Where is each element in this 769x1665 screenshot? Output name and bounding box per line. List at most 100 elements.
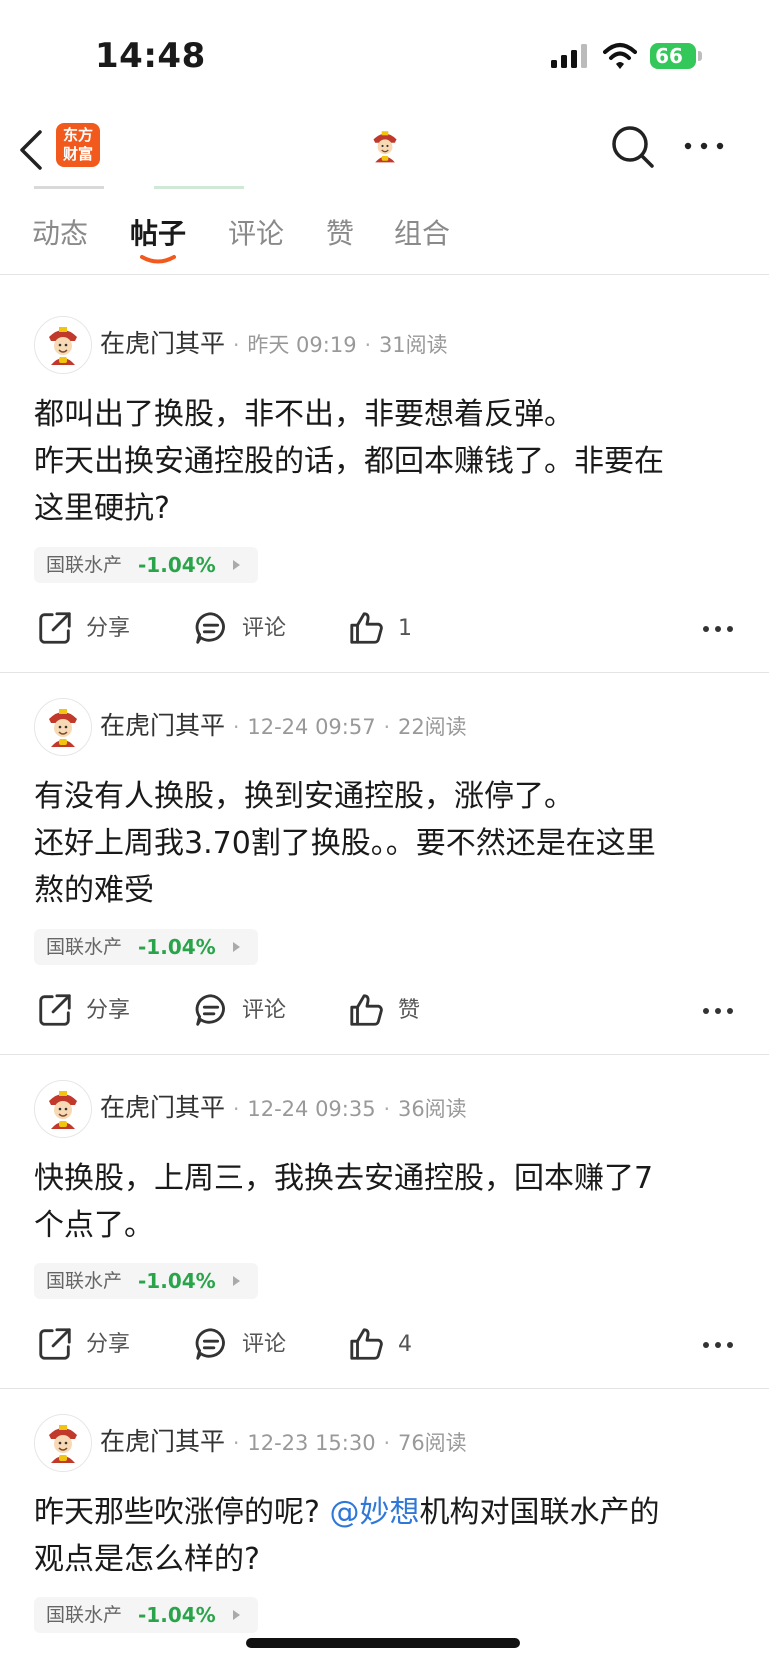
author-avatar[interactable]: [34, 316, 92, 374]
comment-icon: [192, 609, 230, 647]
post-meta: 在虎门其平 · 12-24 09:57 · 22阅读: [100, 711, 467, 740]
comment-label: 评论: [242, 616, 287, 641]
stock-change: -1.04%: [138, 935, 216, 959]
share-label: 分享: [86, 1332, 131, 1357]
post-line: 昨天那些吹涨停的呢? @妙想机构对国联水产的: [34, 1495, 660, 1530]
stock-name: 国联水产: [46, 1604, 123, 1626]
search-icon[interactable]: [610, 124, 656, 170]
share-button[interactable]: 分享: [36, 1323, 136, 1367]
thumbs-up-icon: [348, 609, 386, 647]
post-actions: 分享 评论 1: [0, 607, 769, 651]
post-actions: 分享 评论 赞: [0, 989, 769, 1033]
read-count: 36阅读: [397, 1097, 467, 1121]
more-options-icon[interactable]: [682, 138, 726, 154]
comment-icon: [192, 991, 230, 1029]
tab-likes[interactable]: 赞: [326, 212, 354, 252]
author-name[interactable]: 在虎门其平: [100, 711, 225, 740]
post-time: 12-23 15:30: [247, 1431, 376, 1455]
battery-level: 66: [655, 44, 683, 68]
stock-change: -1.04%: [138, 553, 216, 577]
share-button[interactable]: 分享: [36, 607, 136, 651]
share-icon: [36, 991, 74, 1029]
post-line: 观点是怎么样的?: [34, 1542, 260, 1577]
post-more-icon[interactable]: [702, 1337, 734, 1353]
author-avatar[interactable]: [34, 1080, 92, 1138]
tab-comments[interactable]: 评论: [228, 212, 284, 252]
status-bar: 14:48 66: [0, 0, 769, 110]
share-button[interactable]: 分享: [36, 989, 136, 1033]
thumbs-up-icon: [348, 1325, 386, 1363]
stock-tag[interactable]: 国联水产 -1.04%: [34, 547, 258, 583]
mention-link[interactable]: @妙想: [329, 1495, 419, 1530]
cellular-signal-icon: [551, 44, 587, 68]
caret-right-icon: [233, 1610, 240, 1620]
tab-portfolio[interactable]: 组合: [394, 212, 450, 252]
tab-posts[interactable]: 帖子: [130, 212, 186, 252]
wifi-icon: [603, 43, 637, 69]
author-name[interactable]: 在虎门其平: [100, 1093, 225, 1122]
post-time: 12-24 09:57: [247, 715, 376, 739]
post-content[interactable]: 都叫出了换股，非不出，非要想着反弹。 昨天出换安通控股的话，都回本赚钱了。非要在…: [34, 391, 734, 532]
comment-icon: [192, 1325, 230, 1363]
share-label: 分享: [86, 998, 131, 1023]
post-time: 12-24 09:35: [247, 1097, 376, 1121]
profile-tabs: 动态 帖子 评论 赞 组合: [0, 192, 769, 275]
post-line: 这里硬抗?: [34, 491, 170, 526]
read-count: 31阅读: [378, 333, 448, 357]
post-content[interactable]: 有没有人换股，换到安通控股，涨停了。 还好上周我3.70割了换股。。要不然还是在…: [34, 773, 734, 914]
caret-right-icon: [233, 1276, 240, 1286]
stock-change: -1.04%: [138, 1603, 216, 1627]
post-meta: 在虎门其平 · 12-24 09:35 · 36阅读: [100, 1093, 467, 1122]
share-label: 分享: [86, 616, 131, 641]
post-card[interactable]: 在虎门其平 · 昨天 09:19 · 31阅读 都叫出了换股，非不出，非要想着反弹。 昨…: [0, 275, 769, 673]
post-meta: 在虎门其平 · 昨天 09:19 · 31阅读: [100, 329, 448, 358]
like-button[interactable]: 1: [348, 607, 428, 651]
stock-tag[interactable]: 国联水产 -1.04%: [34, 929, 258, 965]
stock-name: 国联水产: [46, 936, 123, 958]
active-tab-indicator: [140, 255, 176, 264]
like-count: 4: [398, 1332, 412, 1357]
author-avatar[interactable]: [34, 1414, 92, 1472]
app-logo[interactable]: 东方财富: [56, 123, 100, 167]
post-line: 快换股，上周三，我换去安通控股，回本赚了7: [34, 1161, 654, 1196]
tab-activity[interactable]: 动态: [32, 212, 88, 252]
status-time: 14:48: [95, 36, 206, 76]
comment-button[interactable]: 评论: [192, 1323, 292, 1367]
stock-tag[interactable]: 国联水产 -1.04%: [34, 1263, 258, 1299]
user-avatar[interactable]: [362, 123, 408, 169]
post-content[interactable]: 快换股，上周三，我换去安通控股，回本赚了7 个点了。: [34, 1155, 734, 1249]
share-icon: [36, 609, 74, 647]
stock-tag[interactable]: 国联水产 -1.04%: [34, 1597, 258, 1633]
top-nav-bar: 东方财富: [0, 110, 769, 190]
battery-icon: 66: [650, 43, 702, 69]
like-count: 1: [398, 616, 412, 641]
post-card[interactable]: 在虎门其平 · 12-23 15:30 · 76阅读 昨天那些吹涨停的呢? @妙想机构对…: [0, 1389, 769, 1665]
post-more-icon[interactable]: [702, 1003, 734, 1019]
stock-name: 国联水产: [46, 554, 123, 576]
like-button[interactable]: 赞: [348, 989, 428, 1033]
post-card[interactable]: 在虎门其平 · 12-24 09:35 · 36阅读 快换股，上周三，我换去安通控股，回…: [0, 1055, 769, 1389]
post-card[interactable]: 在虎门其平 · 12-24 09:57 · 22阅读 有没有人换股，换到安通控股，涨停了…: [0, 673, 769, 1055]
caret-right-icon: [233, 560, 240, 570]
comment-button[interactable]: 评论: [192, 989, 292, 1033]
post-line: 昨天出换安通控股的话，都回本赚钱了。非要在: [34, 444, 664, 479]
author-avatar[interactable]: [34, 698, 92, 756]
author-name[interactable]: 在虎门其平: [100, 1427, 225, 1456]
post-meta: 在虎门其平 · 12-23 15:30 · 76阅读: [100, 1427, 467, 1456]
like-button[interactable]: 4: [348, 1323, 428, 1367]
comment-label: 评论: [242, 1332, 287, 1357]
like-label: 赞: [398, 998, 421, 1023]
post-line: 都叫出了换股，非不出，非要想着反弹。: [34, 397, 574, 432]
post-more-icon[interactable]: [702, 621, 734, 637]
post-content[interactable]: 昨天那些吹涨停的呢? @妙想机构对国联水产的 观点是怎么样的?: [34, 1489, 734, 1583]
caret-right-icon: [233, 942, 240, 952]
stock-change: -1.04%: [138, 1269, 216, 1293]
comment-button[interactable]: 评论: [192, 607, 292, 651]
author-name[interactable]: 在虎门其平: [100, 329, 225, 358]
post-line: 有没有人换股，换到安通控股，涨停了。: [34, 779, 574, 814]
post-line: 熬的难受: [34, 873, 154, 908]
read-count: 22阅读: [397, 715, 467, 739]
back-arrow-icon[interactable]: [16, 128, 46, 172]
post-actions: 分享 评论 4: [0, 1323, 769, 1367]
post-time: 昨天 09:19: [247, 333, 357, 357]
